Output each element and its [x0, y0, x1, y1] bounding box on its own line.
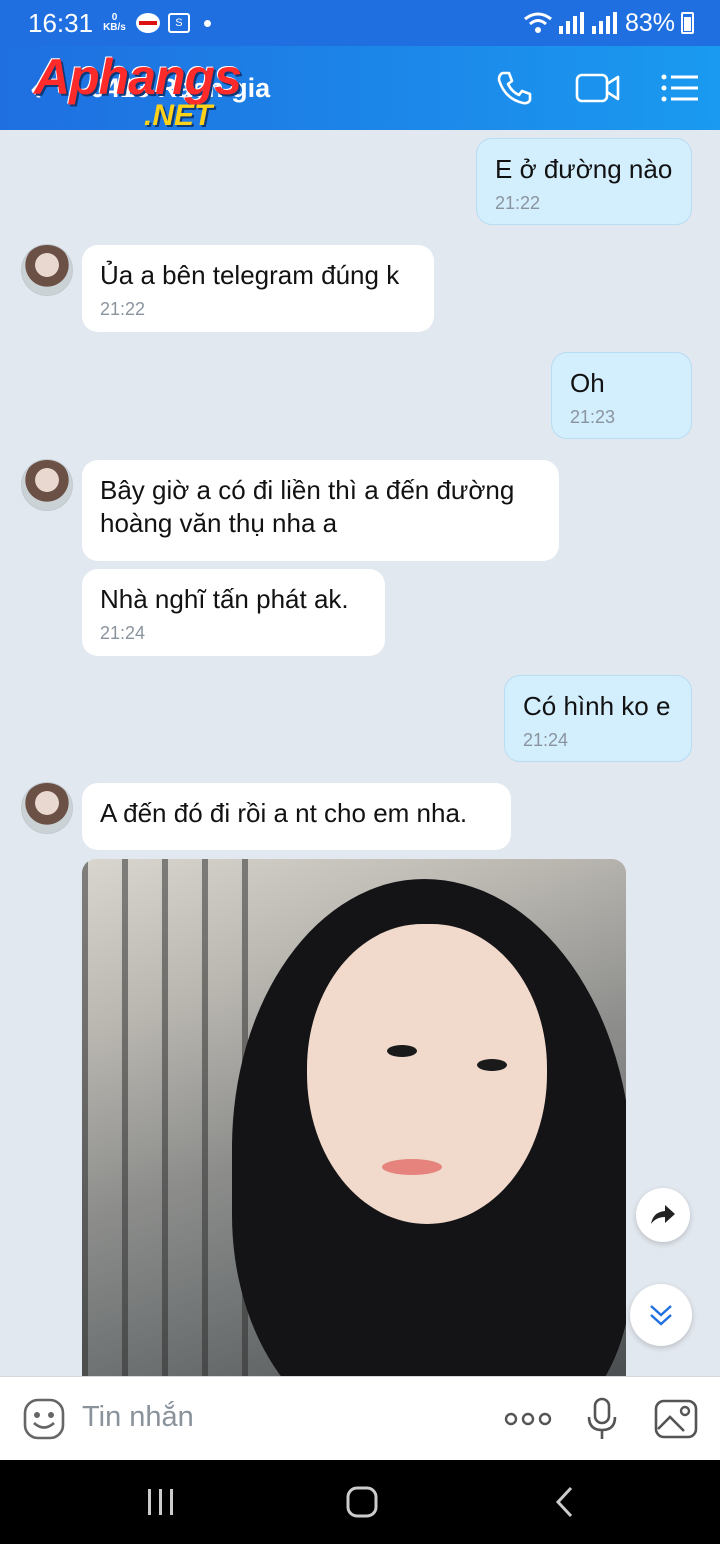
- message-time: 21:23: [570, 407, 616, 427]
- scroll-to-bottom-button[interactable]: [630, 1284, 692, 1346]
- phone-icon: [497, 71, 532, 105]
- signal-icon-1: [558, 12, 584, 34]
- message-input[interactable]: Tin nhắn: [82, 1401, 194, 1434]
- message-time: 21:24: [100, 623, 146, 643]
- status-time: 16:31: [28, 7, 94, 38]
- photo-lips: [382, 1159, 442, 1175]
- message-text: Nhà nghĩ tấn phát ak.: [100, 584, 349, 614]
- message-time: 21:22: [495, 193, 541, 213]
- status-bar: 16:31 0 KB/s S 83%: [0, 0, 720, 46]
- net-speed-unit: KB/s: [103, 22, 126, 33]
- message-time: 21:24: [523, 730, 569, 750]
- more-icon[interactable]: [504, 1412, 552, 1426]
- message-time: 21:22: [100, 299, 146, 319]
- contact-avatar[interactable]: [21, 244, 73, 296]
- menu-icon: [661, 74, 698, 102]
- microphone-icon[interactable]: [585, 1397, 619, 1441]
- signal-icon-2: [591, 12, 617, 34]
- menu-button[interactable]: [640, 46, 720, 130]
- contact-name[interactable]: 0413 Rach gia: [90, 73, 474, 104]
- message-text-line: hoàng văn thụ nha a: [100, 508, 338, 538]
- message-text: Ủa a bên telegram đúng k: [100, 260, 400, 290]
- notification-app-icon: [135, 13, 160, 33]
- net-speed-indicator: 0 KB/s: [103, 13, 126, 33]
- back-icon[interactable]: ‹: [30, 67, 70, 109]
- share-forward-icon: [651, 1205, 675, 1224]
- scroll-down-icon: [650, 1305, 672, 1326]
- message-bubble-incoming[interactable]: Bây giờ a có đi liền thì a đến đường hoà…: [82, 460, 559, 561]
- message-text-line: Bây giờ a có đi liền thì a đến đường: [100, 475, 515, 505]
- home-icon[interactable]: [345, 1485, 379, 1519]
- recent-apps-icon[interactable]: [146, 1487, 176, 1517]
- message-text: Oh: [570, 368, 605, 398]
- gallery-icon[interactable]: [654, 1399, 698, 1439]
- battery-percent: 83%: [624, 8, 675, 37]
- s-app-icon: S: [167, 13, 190, 33]
- wifi-icon: [524, 12, 552, 33]
- message-list[interactable]: E ở đường nào 21:22 Ủa a bên telegram đú…: [0, 130, 720, 1376]
- message-bubble-outgoing[interactable]: E ở đường nào 21:22: [476, 138, 692, 225]
- contact-avatar[interactable]: [21, 459, 73, 511]
- message-text: Có hình ko e: [523, 691, 671, 721]
- photo-eye: [477, 1059, 507, 1071]
- system-navigation-bar: [0, 1460, 720, 1544]
- chat-header: ‹ 0413 Rach gia: [0, 46, 720, 130]
- video-call-icon: [575, 73, 620, 103]
- back-nav-icon[interactable]: [553, 1485, 577, 1519]
- photo-eye: [387, 1045, 417, 1057]
- message-text: E ở đường nào: [495, 154, 673, 184]
- message-bubble-outgoing[interactable]: Oh 21:23: [551, 352, 692, 439]
- emoji-icon[interactable]: [23, 1398, 65, 1440]
- share-forward-button[interactable]: [636, 1188, 690, 1242]
- message-bubble-outgoing[interactable]: Có hình ko e 21:24: [504, 675, 692, 762]
- photo-face: [307, 924, 547, 1224]
- battery-icon: [681, 12, 694, 34]
- video-call-button[interactable]: [558, 46, 638, 130]
- message-composer: Tin nhắn: [0, 1376, 720, 1460]
- message-text: A đến đó đi rồi a nt cho em nha.: [100, 798, 468, 828]
- message-bubble-incoming[interactable]: A đến đó đi rồi a nt cho em nha.: [82, 783, 511, 850]
- message-bubble-incoming[interactable]: Ủa a bên telegram đúng k 21:22: [82, 245, 434, 332]
- notification-dot-icon: [203, 19, 211, 27]
- message-bubble-incoming[interactable]: Nhà nghĩ tấn phát ak. 21:24: [82, 569, 385, 656]
- image-message[interactable]: [82, 859, 626, 1376]
- contact-avatar[interactable]: [21, 782, 73, 834]
- phone-call-button[interactable]: [474, 46, 554, 130]
